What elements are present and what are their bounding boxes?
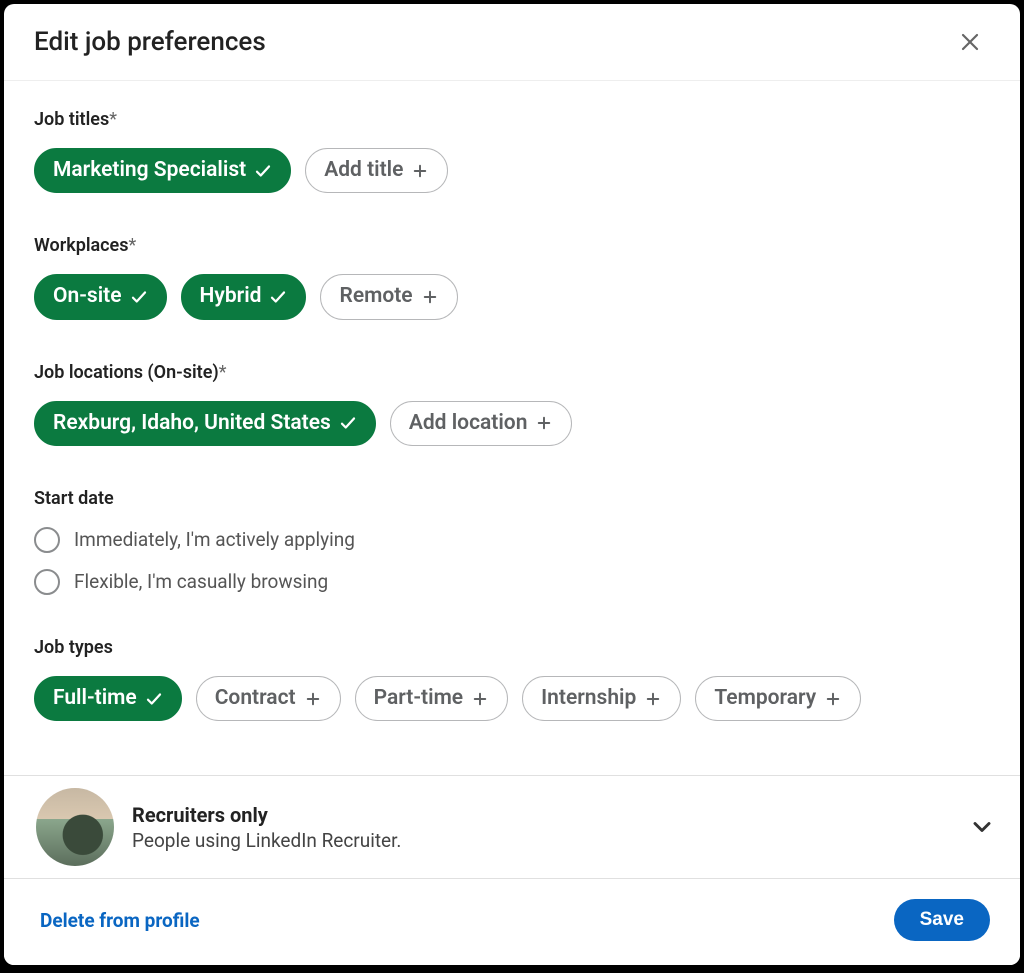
workplaces-pills: On-site Hybrid Remote [34,274,990,319]
plus-icon [421,288,439,306]
pill-label: Part-time [374,685,464,712]
pill-label: Rexburg, Idaho, United States [53,410,331,437]
section-label: Job locations (On-site)* [34,362,990,383]
plus-icon [824,690,842,708]
plus-icon [411,162,429,180]
modal-body: Job titles* Marketing Specialist Add tit… [4,81,1020,775]
plus-icon [471,690,489,708]
label-text: Job titles [34,109,109,130]
pill-label: Remote [339,283,412,310]
delete-from-profile-link[interactable]: Delete from profile [40,909,200,932]
plus-icon [644,690,662,708]
radio-icon [34,527,60,553]
pill-remote[interactable]: Remote [320,274,457,319]
visibility-subtitle: People using LinkedIn Recruiter. [132,829,950,852]
section-label: Job titles* [34,109,990,130]
check-icon [130,288,148,306]
label-text: Job locations (On-site) [34,362,219,383]
pill-rexburg-idaho[interactable]: Rexburg, Idaho, United States [34,401,376,446]
pill-label: Hybrid [200,283,262,310]
required-mark: * [219,362,227,383]
pill-on-site[interactable]: On-site [34,274,167,319]
pill-label: Temporary [714,685,816,712]
close-button[interactable] [950,22,990,62]
pill-contract[interactable]: Contract [196,676,341,721]
check-icon [254,162,272,180]
job-titles-pills: Marketing Specialist Add title [34,148,990,193]
radio-label: Immediately, I'm actively applying [74,528,355,551]
pill-internship[interactable]: Internship [522,676,681,721]
pill-full-time[interactable]: Full-time [34,676,182,721]
section-label: Workplaces* [34,235,990,256]
section-label: Job types [34,637,990,658]
job-types-pills: Full-time Contract Part-time Internship … [34,676,990,721]
pill-label: Contract [215,685,296,712]
check-icon [269,288,287,306]
section-job-titles: Job titles* Marketing Specialist Add tit… [34,109,990,193]
required-mark: * [129,235,137,256]
locations-pills: Rexburg, Idaho, United States Add locati… [34,401,990,446]
radio-flexible[interactable]: Flexible, I'm casually browsing [34,569,990,595]
required-mark: * [109,109,117,130]
close-icon [958,30,982,54]
section-workplaces: Workplaces* On-site Hybrid Remote [34,235,990,319]
pill-label: Internship [541,685,636,712]
modal-title: Edit job preferences [34,27,266,57]
pill-temporary[interactable]: Temporary [695,676,861,721]
save-button[interactable]: Save [894,899,990,941]
pill-hybrid[interactable]: Hybrid [181,274,307,319]
section-start-date: Start date Immediately, I'm actively app… [34,488,990,595]
section-job-types: Job types Full-time Contract Part-time I… [34,637,990,721]
check-icon [339,414,357,432]
avatar [36,788,114,866]
pill-label: On-site [53,283,122,310]
section-job-locations: Job locations (On-site)* Rexburg, Idaho,… [34,362,990,446]
check-icon [145,690,163,708]
pill-add-location[interactable]: Add location [390,401,573,446]
visibility-text: Recruiters only People using LinkedIn Re… [132,803,950,852]
pill-label: Add title [324,157,403,184]
edit-job-preferences-modal: Edit job preferences Job titles* Marketi… [4,4,1020,965]
pill-label: Add location [409,410,528,437]
plus-icon [304,690,322,708]
modal-header: Edit job preferences [4,4,1020,81]
radio-immediately[interactable]: Immediately, I'm actively applying [34,527,990,553]
modal-footer: Delete from profile Save [4,878,1020,965]
section-label: Start date [34,488,990,509]
visibility-bar[interactable]: Recruiters only People using LinkedIn Re… [4,775,1020,878]
radio-label: Flexible, I'm casually browsing [74,570,328,593]
plus-icon [535,414,553,432]
pill-label: Marketing Specialist [53,157,246,184]
radio-icon [34,569,60,595]
pill-marketing-specialist[interactable]: Marketing Specialist [34,148,291,193]
visibility-title: Recruiters only [132,803,950,827]
pill-add-title[interactable]: Add title [305,148,448,193]
pill-part-time[interactable]: Part-time [355,676,509,721]
start-date-radio-group: Immediately, I'm actively applying Flexi… [34,527,990,595]
pill-label: Full-time [53,685,137,712]
chevron-down-icon[interactable] [968,813,996,841]
label-text: Workplaces [34,235,129,256]
